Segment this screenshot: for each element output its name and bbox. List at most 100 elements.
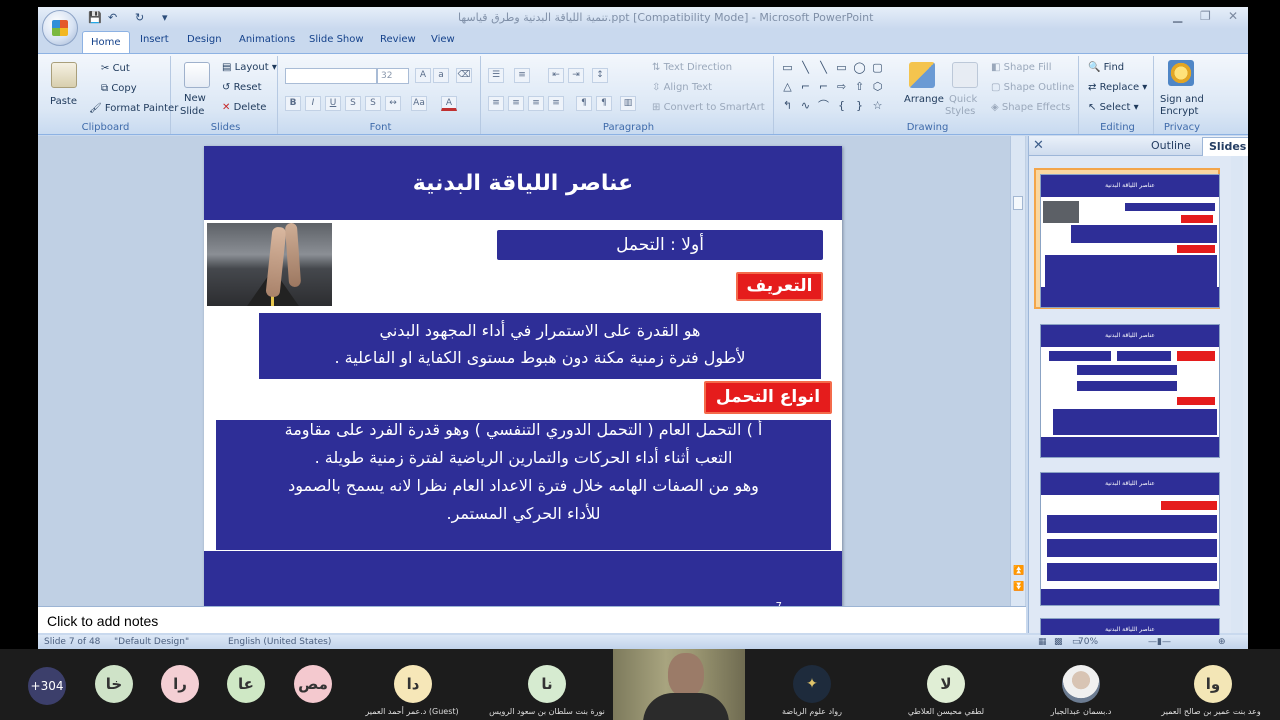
font-color-icon[interactable]: A xyxy=(441,96,457,111)
redo-icon[interactable]: ↻ xyxy=(135,11,144,24)
slide-thumbnail[interactable]: 8 عناصر اللياقة البدنية xyxy=(1034,318,1220,459)
shape-fill-button[interactable]: ◧ Shape Fill xyxy=(991,62,1052,73)
decrease-indent-icon[interactable]: ⇤ xyxy=(548,68,564,83)
arrange-icon[interactable] xyxy=(909,62,935,88)
avatar[interactable]: نا xyxy=(528,665,566,703)
types-label[interactable]: انواع التحمل xyxy=(704,381,832,414)
notes-placeholder[interactable]: Click to add notes xyxy=(47,613,158,629)
bold-icon[interactable]: B xyxy=(285,96,301,111)
tab-view[interactable]: View xyxy=(431,34,455,45)
triangle-shape-icon[interactable]: △ xyxy=(781,81,794,93)
freeform-shape-icon[interactable]: ∿ xyxy=(799,100,812,112)
slide-thumbnail[interactable]: 7 عناصر اللياقة البدنية xyxy=(1034,168,1220,309)
elbow-shape-icon[interactable]: ⌐ xyxy=(799,81,812,93)
grow-font-icon[interactable]: A xyxy=(415,68,431,83)
replace-button[interactable]: ⇄ Replace ▾ xyxy=(1088,82,1147,93)
avatar[interactable] xyxy=(1062,665,1100,703)
avatar[interactable]: عا xyxy=(227,665,265,703)
sign-encrypt-label-1[interactable]: Sign and xyxy=(1160,94,1204,105)
minimize-icon[interactable]: ▁ xyxy=(1173,9,1182,23)
logo-avatar[interactable]: ✦ xyxy=(793,665,831,703)
sign-encrypt-icon[interactable] xyxy=(1168,60,1194,86)
underline-icon[interactable]: U xyxy=(325,96,341,111)
strikethrough-icon[interactable]: S xyxy=(345,96,361,111)
tab-animations[interactable]: Animations xyxy=(239,34,295,45)
elbow2-shape-icon[interactable]: ⌐ xyxy=(817,81,830,93)
shadow-icon[interactable]: S xyxy=(365,96,381,111)
definition-box[interactable]: هو القدرة على الاستمرار في أداء المجهود … xyxy=(259,313,821,379)
align-right-icon[interactable]: ≡ xyxy=(528,96,544,111)
slide-thumbnail[interactable]: 9 عناصر اللياقة البدنية xyxy=(1034,466,1220,607)
slide-editor[interactable]: عناصر اللياقة البدنية أولا : التحمل التع… xyxy=(38,136,1026,608)
new-slide-label-2[interactable]: Slide xyxy=(180,106,204,117)
zoom-level[interactable]: 70% xyxy=(1078,637,1098,647)
rounded-rect-shape-icon[interactable]: ▢ xyxy=(871,62,884,74)
participant-video[interactable] xyxy=(613,649,745,720)
curve-shape-icon[interactable]: ↰ xyxy=(781,100,794,112)
shape-outline-button[interactable]: ▢ Shape Outline xyxy=(991,82,1074,93)
line-shape-icon[interactable]: ╲ xyxy=(799,62,812,74)
design-name[interactable]: "Default Design" xyxy=(114,637,189,647)
close-pane-icon[interactable]: ✕ xyxy=(1033,138,1044,153)
sign-encrypt-label-2[interactable]: Encrypt xyxy=(1160,106,1198,117)
delete-button[interactable]: ✕ Delete xyxy=(222,102,266,113)
arrow-right-shape-icon[interactable]: ⇨ xyxy=(835,81,848,93)
ltr-icon[interactable]: ¶ xyxy=(576,96,592,111)
align-center-icon[interactable]: ≡ xyxy=(508,96,524,111)
hexagon-shape-icon[interactable]: ⬡ xyxy=(871,81,884,93)
justify-icon[interactable]: ≡ xyxy=(548,96,564,111)
font-name-box[interactable] xyxy=(285,68,377,84)
shape-effects-button[interactable]: ◈ Shape Effects xyxy=(991,102,1070,113)
slide-canvas[interactable]: عناصر اللياقة البدنية أولا : التحمل التع… xyxy=(204,146,842,608)
copy-button[interactable]: ⧉ Copy xyxy=(101,83,137,94)
bullets-icon[interactable]: ☰ xyxy=(488,68,504,83)
text-direction-button[interactable]: ⇅ Text Direction xyxy=(652,62,732,73)
avatar[interactable]: دا xyxy=(394,665,432,703)
slide-title[interactable]: عناصر اللياقة البدنية xyxy=(204,171,842,196)
qat-customize-icon[interactable]: ▾ xyxy=(162,11,168,24)
notes-pane[interactable]: Click to add notes xyxy=(38,606,1026,633)
oval-shape-icon[interactable]: ◯ xyxy=(853,62,866,74)
avatar[interactable]: وا xyxy=(1194,665,1232,703)
slides-pane-scrollbar[interactable] xyxy=(1231,156,1243,633)
quick-styles-icon[interactable] xyxy=(952,62,978,88)
brace-left-shape-icon[interactable]: { xyxy=(835,100,848,112)
scrollbar-thumb[interactable] xyxy=(1013,196,1023,210)
arc-shape-icon[interactable]: ⌒ xyxy=(817,100,830,112)
tab-review[interactable]: Review xyxy=(380,34,416,45)
brace-right-shape-icon[interactable]: } xyxy=(853,100,866,112)
fit-to-window-icon[interactable]: ⊕ xyxy=(1218,637,1226,647)
line-spacing-icon[interactable]: ↕ xyxy=(592,68,608,83)
avatar[interactable]: مص xyxy=(294,665,332,703)
star-shape-icon[interactable]: ☆ xyxy=(871,100,884,112)
sorter-view-icon[interactable]: ▩ xyxy=(1054,637,1063,647)
italic-icon[interactable]: I xyxy=(305,96,321,111)
more-participants-count[interactable]: +304 xyxy=(28,667,66,705)
definition-label[interactable]: التعريف xyxy=(736,272,823,301)
rectangle-shape-icon[interactable]: ▭ xyxy=(835,62,848,74)
quick-styles-label-2[interactable]: Styles xyxy=(945,106,975,117)
language[interactable]: English (United States) xyxy=(228,637,331,647)
tab-insert[interactable]: Insert xyxy=(140,34,169,45)
arrow-up-shape-icon[interactable]: ⇧ xyxy=(853,81,866,93)
numbering-icon[interactable]: ≡ xyxy=(514,68,530,83)
columns-icon[interactable]: ▥ xyxy=(620,96,636,111)
endurance-heading[interactable]: أولا : التحمل xyxy=(497,230,823,260)
format-painter-button[interactable]: 🖌 Format Painter xyxy=(89,103,178,114)
new-slide-label-1[interactable]: New xyxy=(184,93,206,104)
prev-slide-icon[interactable]: ⏫ xyxy=(1013,566,1024,576)
restore-icon[interactable]: ❐ xyxy=(1200,9,1211,23)
align-text-button[interactable]: ⇳ Align Text xyxy=(652,82,712,93)
arrange-button[interactable]: Arrange xyxy=(904,94,944,105)
select-button[interactable]: ↖ Select ▾ xyxy=(1088,102,1139,113)
reset-button[interactable]: ↺ Reset xyxy=(222,82,262,93)
line2-shape-icon[interactable]: ╲ xyxy=(817,62,830,74)
normal-view-icon[interactable]: ▦ xyxy=(1038,637,1047,647)
tab-slide-show[interactable]: Slide Show xyxy=(309,34,364,45)
avatar[interactable]: را xyxy=(161,665,199,703)
quick-styles-label-1[interactable]: Quick xyxy=(949,94,977,105)
close-icon[interactable]: ✕ xyxy=(1228,9,1238,23)
layout-button[interactable]: ▤ Layout ▾ xyxy=(222,62,277,73)
next-slide-icon[interactable]: ⏬ xyxy=(1013,582,1024,592)
change-case-icon[interactable]: Aa xyxy=(411,96,427,111)
